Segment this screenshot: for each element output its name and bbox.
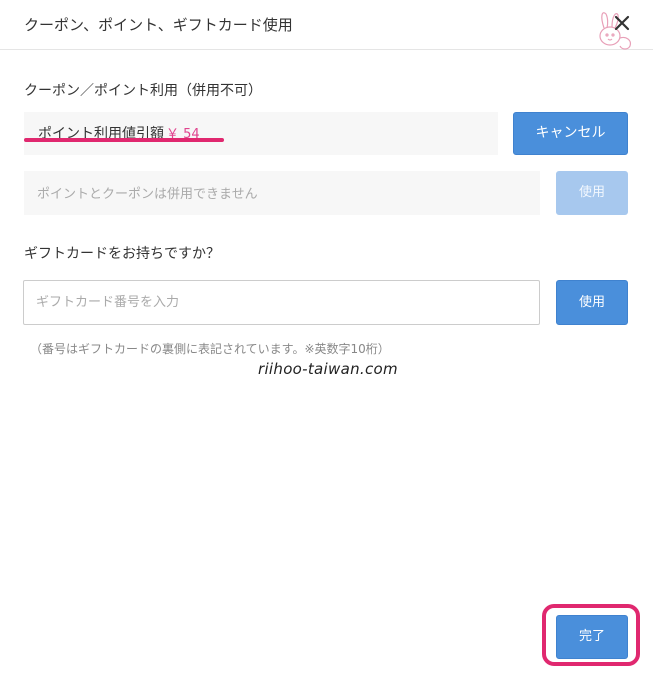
- close-icon[interactable]: [610, 11, 634, 35]
- gift-card-use-button[interactable]: 使用: [556, 280, 628, 325]
- coupon-code-disabled-text: ポイントとクーポンは併用できません: [37, 187, 258, 202]
- gift-section-label: ギフトカードをお持ちですか？: [24, 246, 220, 262]
- dialog-title: クーポン、ポイント、ギフトカード使用: [24, 16, 293, 34]
- gift-card-note: （番号はギフトカードの裏側に表記されています。※英数字10桁）: [30, 342, 390, 356]
- cancel-points-button[interactable]: キャンセル: [513, 112, 628, 155]
- dialog-header: クーポン、ポイント、ギフトカード使用: [0, 0, 653, 50]
- highlight-underline: [24, 138, 224, 142]
- coupon-code-field: ポイントとクーポンは併用できません: [24, 171, 540, 215]
- coupon-use-button: 使用: [556, 171, 628, 215]
- point-discount-display: ポイント利用値引額 ￥ 54: [24, 112, 498, 155]
- gift-card-number-input[interactable]: [23, 280, 540, 325]
- done-button[interactable]: 完了: [556, 615, 628, 659]
- coupon-section-label: クーポン／ポイント利用（併用不可）: [24, 83, 262, 99]
- site-watermark: riihoo-taiwan.com: [258, 360, 398, 378]
